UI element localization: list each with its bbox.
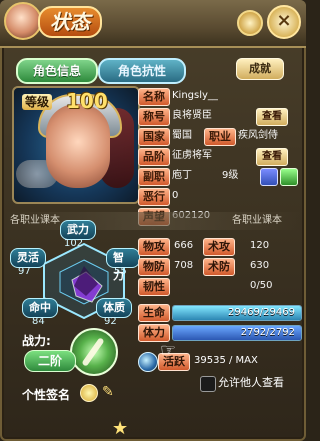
phys-def-value: 708 (174, 260, 194, 271)
stat-row-resilience: 韧性 0/50 (138, 278, 304, 296)
info-value-title: 良将贤臣 (172, 110, 212, 121)
stat-force: 武力 (60, 220, 96, 240)
upgrade-icon[interactable] (280, 168, 298, 186)
pointer-hand-icon: ☞ (160, 340, 177, 361)
window-header: 状态 × (0, 0, 306, 48)
tab-character-resistance[interactable]: 角色抗性 (98, 58, 186, 84)
info-key-country: 国家 (138, 128, 170, 146)
edit-icon[interactable]: ✎ (102, 384, 118, 400)
info-key-rank: 品阶 (138, 148, 170, 166)
attribute-hexagon: 武力 102 灵活 97 智力 55 命中 84 体质 92 (10, 220, 140, 332)
tier-button[interactable]: 二阶 (24, 350, 76, 372)
stat-spirit: 灵活 (10, 248, 46, 268)
info-value-evil: 0 (172, 190, 179, 201)
status-window: 状态 × 角色信息 角色抗性 ✎ 成就 等级 100 名称 Kingsly__ … (0, 0, 306, 441)
achievements-button[interactable]: ✎ 成就 (236, 58, 284, 80)
ribbon-right-text: 各职业课本 (232, 215, 282, 226)
info-row-subjob: 副职 庖丁 9级 (138, 168, 298, 186)
info-key-title: 称号 (138, 108, 170, 126)
tech-def-key: 术防 (203, 258, 235, 276)
phys-atk-key: 物攻 (138, 238, 170, 256)
tab-character-info[interactable]: 角色信息 (16, 58, 98, 84)
tech-atk-key: 术攻 (203, 238, 235, 256)
activity-value: 39535 / MAX (194, 355, 258, 366)
info-row-name: 名称 Kingsly__ (138, 88, 298, 106)
hp-key: 生命 (138, 304, 170, 322)
power-label: 战力: (22, 334, 51, 348)
info-key-subjob: 副职 (138, 168, 170, 186)
activity-orb-icon (138, 352, 158, 372)
tech-atk-value: 120 (250, 240, 270, 251)
info-value-job: 疾风剑侍 (238, 130, 278, 141)
avatar-icon (4, 2, 42, 40)
stamina-row: 体力 2792/2792 (138, 324, 304, 342)
signature-label: 个性签名 (22, 388, 71, 402)
stamina-bar: 2792/2792 (172, 325, 302, 341)
info-value-subjob: 庖丁 (172, 170, 192, 181)
info-value-country: 蜀国 (172, 130, 192, 141)
hp-row: 生命 29469/29469 (138, 304, 304, 322)
info-value-name: Kingsly__ (172, 90, 218, 101)
stat-row-atk: 物攻 666 术攻 120 (138, 238, 304, 256)
info-value-rank: 征虏将军 (172, 150, 212, 161)
stat-hit-value: 84 (32, 316, 45, 327)
hp-bar: 29469/29469 (172, 305, 302, 321)
character-face (46, 104, 110, 188)
view-title-button[interactable]: 查看 (256, 108, 288, 126)
allow-others-view-label: 允许他人查看 (218, 376, 284, 389)
level-label: 等级 (22, 94, 52, 110)
info-row-rank: 品阶 征虏将军 查看 (138, 148, 298, 166)
coin-icon[interactable] (237, 10, 263, 36)
info-row-country-job: 国家 蜀国 职业 疾风剑侍 (138, 128, 298, 146)
allow-others-view-row[interactable]: 允许他人查看 (200, 374, 296, 392)
stat-wisdom: 智力 (106, 248, 140, 282)
favorite-star-icon[interactable]: ★ (112, 418, 128, 439)
resilience-value: 0/50 (250, 280, 273, 291)
phys-def-key: 物防 (138, 258, 170, 276)
achievements-label: 成就 (249, 62, 271, 75)
window-title: 状态 (38, 6, 102, 38)
stat-force-value: 102 (64, 238, 84, 249)
tech-def-value: 630 (250, 260, 270, 271)
info-key-name: 名称 (138, 88, 170, 106)
level-value: 100 (66, 89, 108, 113)
skill-icon[interactable] (260, 168, 278, 186)
allow-others-view-checkbox[interactable] (200, 376, 216, 392)
info-row-title: 称号 良将贤臣 查看 (138, 108, 298, 126)
stamina-bar-text: 2792/2792 (240, 327, 295, 338)
info-key-evil: 恶行 (138, 188, 170, 206)
hp-bar-text: 29469/29469 (228, 307, 295, 318)
info-row-evil: 恶行 0 (138, 188, 298, 206)
power-sword-icon (70, 328, 118, 376)
stat-wisdom-value: 55 (114, 266, 127, 277)
stat-row-def: 物防 708 术防 630 (138, 258, 304, 276)
stat-physique: 体质 (96, 298, 132, 318)
close-icon[interactable]: × (267, 5, 301, 39)
info-key-job: 职业 (204, 128, 236, 146)
resilience-key: 韧性 (138, 278, 170, 296)
signature-icon[interactable] (80, 384, 98, 402)
view-rank-button[interactable]: 查看 (256, 148, 288, 166)
stat-hit: 命中 (22, 298, 58, 318)
info-value-subjob-level: 9级 (222, 170, 239, 181)
stat-spirit-value: 97 (18, 266, 31, 277)
stat-physique-value: 92 (104, 316, 117, 327)
phys-atk-value: 666 (174, 240, 194, 251)
